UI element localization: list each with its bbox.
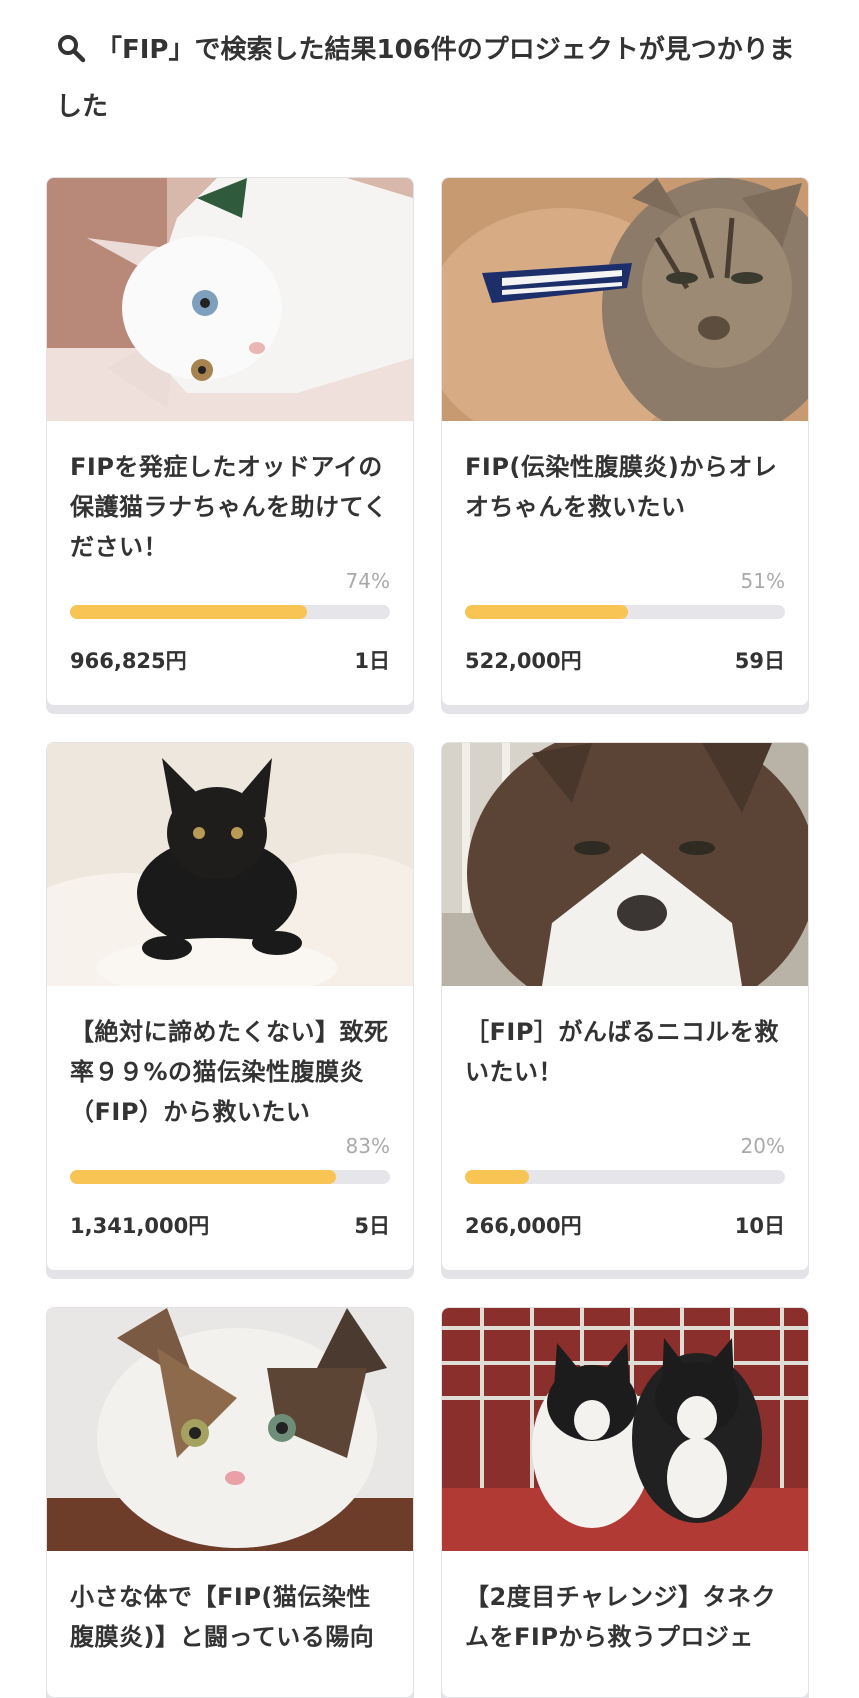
siamese-mix-cat-photo — [442, 743, 808, 986]
project-card[interactable]: FIP(伝染性腹膜炎)からオレオちゃんを救いたい 51% 522,000円 59… — [441, 177, 809, 706]
days-left: 5日 — [354, 1214, 390, 1238]
white-odd-eyed-cat-photo — [47, 178, 413, 421]
funding-percent: 20% — [740, 1134, 785, 1158]
project-image[interactable] — [47, 1308, 413, 1551]
search-result-text: 「FIP」で検索した結果106件のプロジェクトが見つかりました — [56, 35, 795, 122]
funding-percent: 51% — [740, 569, 785, 593]
progress-bar — [70, 1170, 390, 1184]
project-image[interactable] — [47, 178, 413, 421]
project-card[interactable]: 【2度目チャレンジ】タネクムをFIPから救うプロジェ — [441, 1307, 809, 1698]
black-kitten-photo — [47, 743, 413, 986]
days-left: 1日 — [354, 649, 390, 673]
project-image[interactable] — [442, 743, 808, 986]
project-image[interactable] — [442, 1308, 808, 1551]
progress-fill — [70, 1170, 336, 1184]
project-title[interactable]: FIP(伝染性腹膜炎)からオレオちゃんを救いたい — [465, 447, 785, 567]
project-title[interactable]: ［FIP］がんばるニコルを救いたい！ — [465, 1012, 785, 1132]
progress-fill — [70, 605, 307, 619]
two-tuxedo-cats-photo — [442, 1308, 808, 1551]
calico-longhair-cat-photo — [47, 1308, 413, 1551]
project-card[interactable]: 小さな体で【FIP(猫伝染性腹膜炎)】と闘っている陽向 — [46, 1307, 414, 1698]
project-title[interactable]: 小さな体で【FIP(猫伝染性腹膜炎)】と闘っている陽向 — [70, 1577, 390, 1697]
project-image[interactable] — [442, 178, 808, 421]
progress-fill — [465, 1170, 529, 1184]
progress-bar — [465, 605, 785, 619]
progress-fill — [465, 605, 629, 619]
progress-bar — [465, 1170, 785, 1184]
project-image[interactable] — [47, 743, 413, 986]
tabby-and-ginger-cats-photo — [442, 178, 808, 421]
project-title[interactable]: 【絶対に諦めたくない】致死率９９%の猫伝染性腹膜炎（FIP）から救いたい — [70, 1012, 390, 1132]
project-title[interactable]: FIPを発症したオッドアイの保護猫ラナちゃんを助けてください！ — [70, 447, 390, 567]
project-card[interactable]: FIPを発症したオッドアイの保護猫ラナちゃんを助けてください！ 74% 966,… — [46, 177, 414, 706]
funding-amount: 966,825円 — [70, 649, 187, 673]
search-icon — [58, 35, 86, 63]
project-title[interactable]: 【2度目チャレンジ】タネクムをFIPから救うプロジェ — [465, 1577, 785, 1697]
funding-amount: 1,341,000円 — [70, 1214, 210, 1238]
funding-amount: 266,000円 — [465, 1214, 582, 1238]
funding-percent: 74% — [345, 569, 390, 593]
days-left: 59日 — [734, 649, 785, 673]
project-card[interactable]: ［FIP］がんばるニコルを救いたい！ 20% 266,000円 10日 — [441, 742, 809, 1271]
project-card[interactable]: 【絶対に諦めたくない】致死率９９%の猫伝染性腹膜炎（FIP）から救いたい 83%… — [46, 742, 414, 1271]
funding-percent: 83% — [345, 1134, 390, 1158]
search-result-header: 「FIP」で検索した結果106件のプロジェクトが見つかりました — [56, 22, 806, 136]
funding-amount: 522,000円 — [465, 649, 582, 673]
progress-bar — [70, 605, 390, 619]
days-left: 10日 — [734, 1214, 785, 1238]
